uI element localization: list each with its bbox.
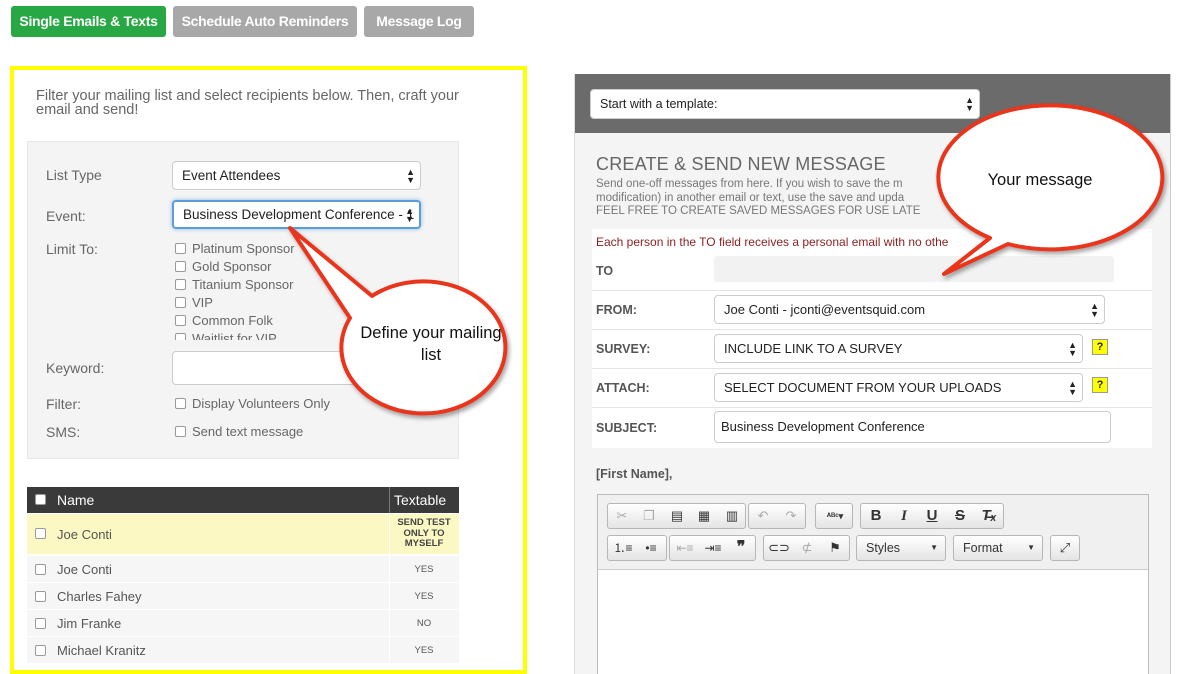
callout-overlay (288, 103, 1165, 416)
mailing-list-callout-bubble (288, 226, 508, 416)
message-callout-text: Your message (987, 171, 1093, 189)
mailing-list-callout-text: Define your mailing list (360, 324, 502, 364)
